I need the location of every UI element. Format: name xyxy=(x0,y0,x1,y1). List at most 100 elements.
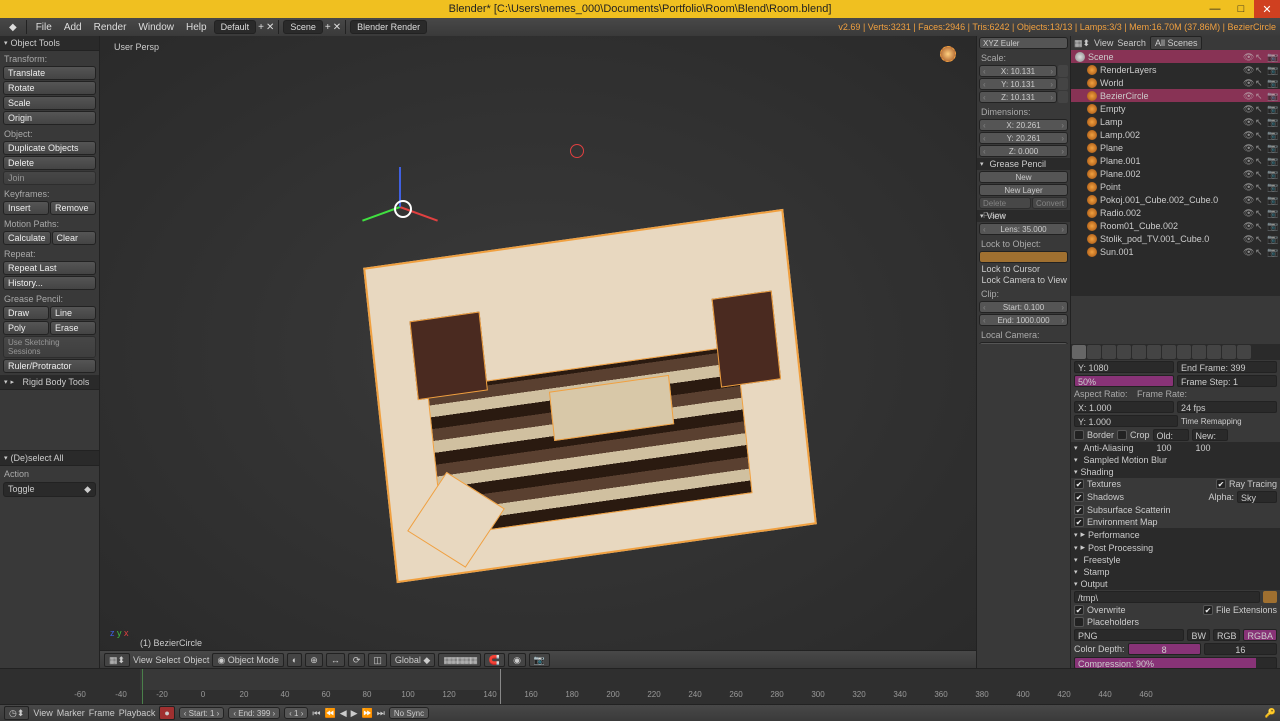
duplicate-button[interactable]: Duplicate Objects xyxy=(3,141,96,155)
perf-panel[interactable]: ▸ Performance xyxy=(1071,528,1280,541)
lock-icon[interactable] xyxy=(1058,78,1068,90)
texture-tab-icon[interactable] xyxy=(1207,345,1221,359)
percent-slider[interactable]: 50% xyxy=(1074,375,1174,387)
delete-layout-button[interactable]: ✕ xyxy=(266,22,274,33)
outliner-item[interactable]: Radio.002👁↖📷 xyxy=(1071,206,1280,219)
outliner-item[interactable]: Scene👁↖📷 xyxy=(1071,50,1280,63)
cursor-icon[interactable]: ↖ xyxy=(1255,91,1265,101)
scale-z-field[interactable]: ‹Z: 10.131› xyxy=(979,91,1057,103)
camera-icon[interactable]: 📷 xyxy=(1267,234,1277,244)
end-frame-field[interactable]: ‹ End: 399 › xyxy=(228,707,280,719)
lock-icon[interactable] xyxy=(1058,65,1068,77)
eye-icon[interactable]: 👁 xyxy=(1243,221,1253,231)
textures-checkbox[interactable] xyxy=(1074,479,1084,489)
grease-pencil-panel[interactable]: Grease Pencil xyxy=(977,158,1070,170)
outliner-search-menu[interactable]: Search xyxy=(1117,38,1146,48)
gp-convert-button[interactable]: Convert xyxy=(1032,197,1068,209)
manipulator-rotate-icon[interactable]: ⟳ xyxy=(348,653,366,667)
particles-tab-icon[interactable] xyxy=(1222,345,1236,359)
cursor-icon[interactable]: ↖ xyxy=(1255,78,1265,88)
outliner-item[interactable]: Empty👁↖📷 xyxy=(1071,102,1280,115)
scale-x-field[interactable]: ‹X: 10.131› xyxy=(979,65,1057,77)
outliner-item[interactable]: Plane.002👁↖📷 xyxy=(1071,167,1280,180)
scale-button[interactable]: Scale xyxy=(3,96,96,110)
camera-icon[interactable]: 📷 xyxy=(1267,143,1277,153)
outliner-item[interactable]: Lamp.002👁↖📷 xyxy=(1071,128,1280,141)
cursor-icon[interactable]: ↖ xyxy=(1255,221,1265,231)
raytrace-checkbox[interactable] xyxy=(1216,479,1226,489)
object-menu[interactable]: Object xyxy=(183,655,209,665)
keying-set-icon[interactable]: 🔑 xyxy=(1265,708,1276,719)
camera-icon[interactable]: 📷 xyxy=(1267,117,1277,127)
fps-select[interactable]: 24 fps xyxy=(1177,401,1277,413)
outliner-item[interactable]: Pokoj.001_Cube.002_Cube.0👁↖📷 xyxy=(1071,193,1280,206)
rgb-button[interactable]: RGB xyxy=(1213,629,1241,641)
tl-playback-menu[interactable]: Playback xyxy=(119,708,156,718)
ruler-button[interactable]: Ruler/Protractor xyxy=(3,359,96,373)
cursor-icon[interactable]: ↖ xyxy=(1255,143,1265,153)
scene-select[interactable]: Scene xyxy=(283,20,323,34)
clip-start-field[interactable]: ‹Start: 0.100› xyxy=(979,301,1068,313)
join-button[interactable]: Join xyxy=(3,171,96,185)
dim-y-field[interactable]: ‹Y: 20.261› xyxy=(979,132,1068,144)
clear-button[interactable]: Clear xyxy=(52,231,96,245)
menu-window[interactable]: Window xyxy=(133,22,179,33)
envmap-checkbox[interactable] xyxy=(1074,517,1084,527)
lock-object-field[interactable] xyxy=(979,251,1068,263)
format-select[interactable]: PNG xyxy=(1074,629,1184,641)
gp-erase-button[interactable]: Erase xyxy=(50,321,96,335)
camera-icon[interactable]: 📷 xyxy=(1267,247,1277,257)
old-field[interactable]: Old: 100 xyxy=(1153,429,1189,441)
eye-icon[interactable]: 👁 xyxy=(1243,78,1253,88)
action-combo[interactable]: Toggle◆ xyxy=(3,482,96,497)
dim-z-field[interactable]: ‹Z: 0.000› xyxy=(979,145,1068,157)
cursor-icon[interactable]: ↖ xyxy=(1255,208,1265,218)
proportional-icon[interactable]: ◉ xyxy=(508,653,526,667)
object-tab-icon[interactable] xyxy=(1132,345,1146,359)
alpha-select[interactable]: Sky xyxy=(1237,491,1277,503)
eye-icon[interactable]: 👁 xyxy=(1243,52,1253,62)
res-y-field[interactable]: Y: 1080 xyxy=(1074,361,1174,373)
aa-panel[interactable]: Anti-Aliasing xyxy=(1071,442,1280,454)
gp-delete-frame-button[interactable]: Delete Frame xyxy=(979,197,1031,209)
physics-tab-icon[interactable] xyxy=(1237,345,1251,359)
frame-step-field[interactable]: Frame Step: 1 xyxy=(1177,375,1277,387)
remove-key-button[interactable]: Remove xyxy=(50,201,96,215)
opengl-render-icon[interactable]: 📷 xyxy=(529,653,550,667)
cursor-icon[interactable]: ↖ xyxy=(1255,156,1265,166)
jump-start-icon[interactable]: ⏮ xyxy=(312,708,320,719)
lens-field[interactable]: ‹Lens: 35.000› xyxy=(979,223,1068,235)
gp-line-button[interactable]: Line xyxy=(50,306,96,320)
gp-new-button[interactable]: New xyxy=(979,171,1068,183)
lock-icon[interactable] xyxy=(1058,91,1068,103)
play-icon[interactable]: ▶ xyxy=(351,708,358,719)
eye-icon[interactable]: 👁 xyxy=(1243,117,1253,127)
camera-icon[interactable]: 📷 xyxy=(1267,208,1277,218)
outliner-item[interactable]: World👁↖📷 xyxy=(1071,76,1280,89)
prev-key-icon[interactable]: ⏪ xyxy=(325,708,336,719)
cursor-icon[interactable]: ↖ xyxy=(1255,104,1265,114)
rotate-button[interactable]: Rotate xyxy=(3,81,96,95)
outliner-item[interactable]: Room01_Cube.002👁↖📷 xyxy=(1071,219,1280,232)
output-panel[interactable]: Output xyxy=(1071,578,1280,590)
cursor-icon[interactable]: ↖ xyxy=(1255,169,1265,179)
start-frame-field[interactable]: ‹ Start: 1 › xyxy=(179,707,225,719)
eye-icon[interactable]: 👁 xyxy=(1243,130,1253,140)
depth-16-button[interactable]: 16 xyxy=(1204,643,1277,655)
placeholders-checkbox[interactable] xyxy=(1074,617,1084,627)
outliner-filter-select[interactable]: All Scenes xyxy=(1150,36,1203,50)
render-engine-select[interactable]: Blender Render xyxy=(350,20,427,34)
outliner-item[interactable]: Point👁↖📷 xyxy=(1071,180,1280,193)
constraints-tab-icon[interactable] xyxy=(1147,345,1161,359)
camera-icon[interactable]: 📷 xyxy=(1267,130,1277,140)
play-reverse-icon[interactable]: ◀ xyxy=(340,708,347,719)
object-tools-header[interactable]: Object Tools xyxy=(0,36,99,51)
mode-select[interactable]: ◉ Object Mode xyxy=(212,653,283,667)
new-field[interactable]: New: 100 xyxy=(1192,429,1228,441)
maximize-button[interactable]: □ xyxy=(1228,0,1254,18)
eye-icon[interactable]: 👁 xyxy=(1243,208,1253,218)
eye-icon[interactable]: 👁 xyxy=(1243,195,1253,205)
jump-end-icon[interactable]: ⏭ xyxy=(377,708,385,719)
camera-icon[interactable]: 📷 xyxy=(1267,52,1277,62)
add-scene-button[interactable]: + xyxy=(325,22,331,33)
